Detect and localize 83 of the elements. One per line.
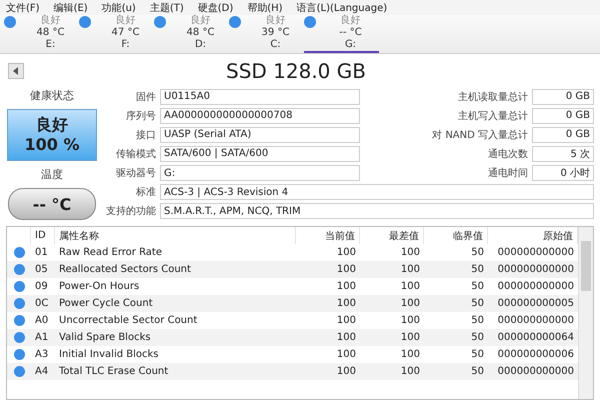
drive-letter: E: [46,39,56,51]
drive-temperature: 39 °C [262,27,290,39]
menu-item[interactable]: 编辑(E) [54,0,88,14]
table-cell: 000000000000 [488,363,578,380]
drive-status: 良好 [116,15,136,27]
temperature-display: -- °C [8,188,96,220]
info-label: 驱动器号 [115,167,156,180]
drive-tab[interactable]: 良好 47 °C F: [79,15,154,53]
info-label: 传输模式 [115,148,156,161]
previous-button[interactable] [8,63,24,79]
drive-letter: C: [270,39,281,51]
table-cell: 000000000005 [488,295,578,312]
table-cell: 100 [296,295,360,312]
info-field: 5 次 [532,146,594,162]
info-field: 0 GB [532,108,594,124]
table-cell: 100 [360,329,424,346]
menu-item[interactable]: 功能(u) [102,0,136,14]
drive-status: 良好 [190,15,210,27]
drive-tab[interactable]: 良好 48 °C E: [4,15,79,53]
disk-title: SSD 128.0 GB [225,59,367,83]
menu-item[interactable]: 帮助(H) [247,0,283,14]
left-triangle-icon [12,67,20,75]
info-field: G: [160,165,360,182]
info-label: 固件 [135,90,156,104]
table-cell: 50 [424,329,488,346]
drive-temperature: 48 °C [36,27,64,39]
table-cell: 100 [296,363,360,380]
table-cell: 50 [424,363,488,380]
table-cell: 100 [360,295,424,312]
info-label: 主机写入量总计 [457,110,528,123]
health-label: 健康状态 [30,88,74,103]
table-cell: 000000000064 [488,329,578,346]
table-cell: 05 [31,261,55,278]
drive-tab[interactable]: 良好 39 °C C: [229,15,304,53]
drive-temperature: -- °C [339,27,362,39]
menu-item[interactable]: 硬盘(D) [198,0,234,14]
table-cell: 100 [296,329,360,346]
table-cell: Reallocated Sectors Count [55,261,296,278]
drive-tab[interactable]: 良好 -- °C G: [304,15,379,53]
info-field: SATA/600 | SATA/600 [160,146,360,162]
drive-letter: F: [121,39,130,51]
info-field: S.M.A.R.T., APM, NCQ, TRIM [160,203,594,220]
drive-status: 良好 [340,15,360,27]
drive-temperature: 48 °C [186,27,214,39]
scrollbar[interactable] [578,227,593,399]
info-field: 0 小时 [532,165,594,182]
info-field: UASP (Serial ATA) [160,126,360,143]
drive-status: 良好 [266,15,286,27]
info-label: 通电次数 [487,148,528,161]
table-cell: 100 [360,363,424,380]
table-cell: 100 [296,261,360,278]
info-label: 标准 [135,186,156,200]
drive-letter: G: [344,39,356,51]
health-status-panel: 良好 100 % [7,109,97,161]
table-cell: Valid Spare Blocks [55,329,296,346]
info-field: 0 GB [532,88,594,105]
info-label: 主机读取量总计 [457,90,528,104]
table-cell: 50 [424,261,488,278]
table-cell: Total TLC Erase Count [55,363,296,380]
table-cell: 000000000000 [488,261,578,278]
table-cell: A1 [31,329,55,346]
temperature-label: 温度 [41,167,63,182]
info-label: 通电时间 [487,166,528,180]
menu-item[interactable]: 语言(L)(Language) [296,0,388,14]
info-field: ACS-3 | ACS-3 Revision 4 [160,184,594,200]
info-label: 接口 [135,128,156,142]
info-label: 对 NAND 写入量总计 [431,128,528,142]
menu-item[interactable]: 文件(F) [6,0,40,14]
info-field: U0115A0 [160,88,360,105]
table-cell: A4 [31,363,55,380]
info-label: 序列号 [125,110,156,123]
table-cell: Power Cycle Count [55,295,296,312]
info-field: AA000000000000000708 [160,108,360,124]
table-cell: 100 [360,261,424,278]
table-cell: 0C [31,295,55,312]
drive-tab[interactable]: 良好 48 °C D: [154,15,229,53]
info-field: 0 GB [532,126,594,143]
table-cell: 50 [424,295,488,312]
drive-temperature: 47 °C [112,27,140,39]
menu-item[interactable]: 主题(T) [150,0,184,14]
drive-status: 良好 [40,15,60,27]
drive-letter: D: [194,39,206,51]
info-label: 支持的功能 [106,204,156,218]
